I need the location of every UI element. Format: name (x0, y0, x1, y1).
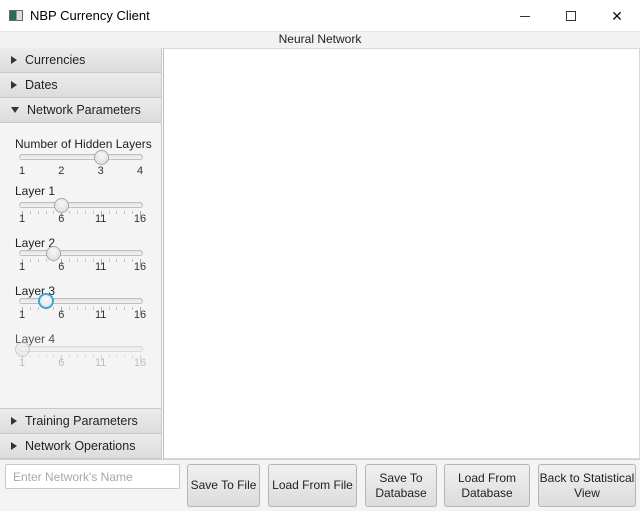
window-title: NBP Currency Client (30, 8, 150, 23)
maximize-icon (566, 11, 576, 21)
save-to-database-button[interactable]: Save To Database (365, 464, 437, 507)
tick-label: 2 (58, 165, 65, 177)
section-label: Dates (25, 78, 58, 92)
title-bar: NBP Currency Client ✕ (0, 0, 640, 32)
tick-label: 16 (133, 309, 147, 321)
tick-label: 16 (133, 213, 147, 225)
hidden-layers-slider[interactable]: 1 2 3 4 (18, 150, 144, 181)
maximize-button[interactable] (548, 0, 594, 32)
slider-tick-labels: 1 2 3 4 (18, 165, 144, 179)
slider-track[interactable] (19, 250, 143, 256)
slider-thumb[interactable] (37, 293, 54, 309)
section-label: Network Operations (25, 439, 136, 453)
tick-label: 11 (94, 213, 107, 225)
slider-tick-labels: 1 6 11 16 (18, 213, 146, 227)
slider-tick-labels: 1 6 11 16 (18, 261, 146, 275)
tick-label: 6 (58, 213, 65, 225)
tick-label: 4 (136, 165, 144, 177)
tick-label: 11 (94, 357, 107, 369)
tick-label: 11 (94, 309, 107, 321)
layer-4-slider: 1 6 11 16 (15, 342, 146, 373)
close-button[interactable]: ✕ (594, 0, 640, 32)
chevron-right-icon (11, 442, 17, 450)
layer-1-label: Layer 1 (15, 184, 56, 198)
bottom-toolbar: Save To File Load From File Save To Data… (0, 459, 640, 511)
tick-label: 6 (58, 309, 65, 321)
tick-label: 6 (58, 261, 65, 273)
section-training-parameters[interactable]: Training Parameters (0, 409, 161, 434)
close-icon: ✕ (611, 7, 623, 24)
tick-label: 1 (18, 165, 26, 177)
slider-track[interactable] (19, 154, 143, 160)
network-parameters-panel: Number of Hidden Layers 1234 Layer 1 161… (0, 123, 161, 409)
back-to-statistical-view-button[interactable]: Back to Statistical View (538, 464, 636, 507)
network-view-area (163, 48, 640, 459)
slider-thumb[interactable] (93, 150, 109, 165)
save-to-file-button[interactable]: Save To File (187, 464, 260, 507)
page-title: Neural Network (0, 32, 640, 48)
load-from-database-button[interactable]: Load From Database (444, 464, 530, 507)
sidebar: Currencies Dates Network Parameters Numb… (0, 48, 162, 459)
minimize-button[interactable] (502, 0, 548, 32)
slider-thumb (15, 342, 30, 357)
load-from-file-button[interactable]: Load From File (268, 464, 357, 507)
section-network-operations[interactable]: Network Operations (0, 434, 161, 459)
tick-label: 1 (18, 309, 26, 321)
section-label: Currencies (25, 53, 86, 67)
minimize-icon (520, 15, 530, 17)
tick-label: 16 (133, 357, 147, 369)
section-network-parameters[interactable]: Network Parameters (0, 98, 161, 123)
section-currencies[interactable]: Currencies (0, 48, 161, 73)
tick-label: 6 (58, 357, 65, 369)
layer-3-slider[interactable]: 1 6 11 16 (18, 293, 146, 325)
chevron-right-icon (11, 81, 17, 89)
slider-tick-labels: 1 6 11 16 (18, 309, 146, 323)
chevron-right-icon (11, 417, 17, 425)
tick-label: 1 (18, 357, 26, 369)
slider-tick-labels: 1 6 11 16 (18, 357, 146, 371)
tick-label: 3 (97, 165, 104, 177)
chevron-right-icon (11, 56, 17, 64)
section-label: Network Parameters (27, 103, 141, 117)
chevron-down-icon (11, 107, 19, 113)
tick-label: 11 (94, 261, 107, 273)
app-icon (9, 10, 23, 21)
slider-track[interactable] (19, 202, 143, 208)
network-name-input[interactable] (5, 464, 180, 489)
section-label: Training Parameters (25, 414, 138, 428)
layer-1-slider[interactable]: 1 6 11 16 (18, 198, 146, 229)
layer-2-slider[interactable]: 1 6 11 16 (18, 246, 146, 277)
tick-label: 1 (18, 261, 26, 273)
tick-label: 16 (133, 261, 147, 273)
tick-label: 1 (18, 213, 26, 225)
section-dates[interactable]: Dates (0, 73, 161, 98)
hidden-layers-label: Number of Hidden Layers (15, 137, 152, 151)
slider-track[interactable] (19, 346, 143, 352)
